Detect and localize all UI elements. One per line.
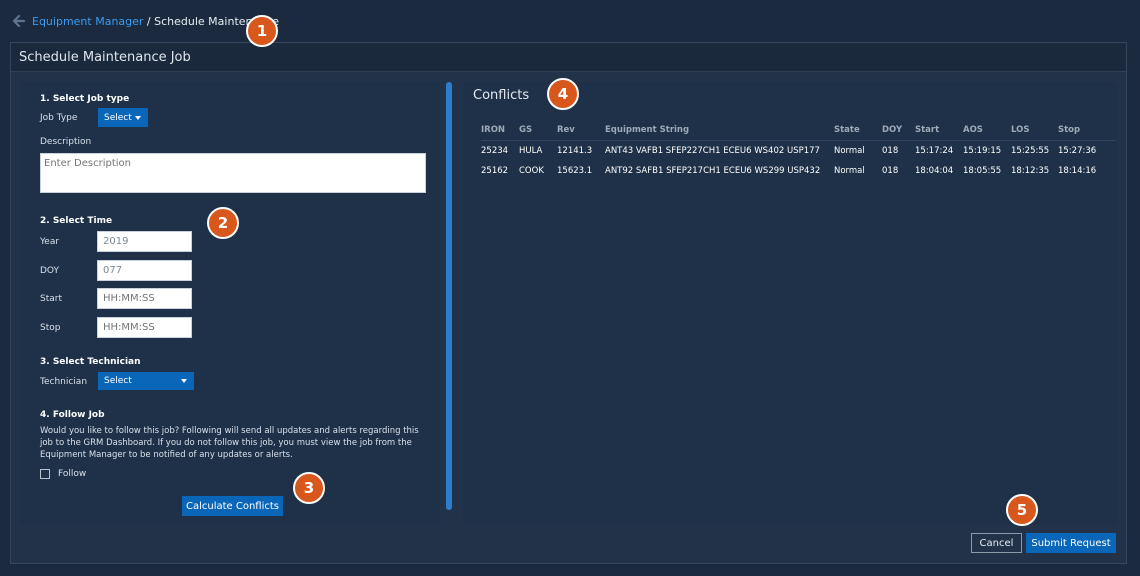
column-header-gs: GS	[519, 120, 557, 141]
stop-time-input[interactable]	[97, 317, 192, 338]
follow-description: Would you like to follow this job? Follo…	[40, 426, 419, 460]
table-row[interactable]: 25162 COOK 15623.1 ANT92 SAFB1 SFEP217CH…	[481, 161, 1116, 181]
cell-los: 15:25:55	[1011, 146, 1050, 156]
start-time-input[interactable]	[97, 288, 192, 309]
conflicts-title: Conflicts	[473, 88, 530, 103]
schedule-maintenance-window: Schedule Maintenance Job 1. Select Job t…	[10, 42, 1127, 564]
form-scrollbar[interactable]	[446, 82, 452, 510]
cell-iron: 25162	[481, 166, 509, 176]
breadcrumb-separator: /	[143, 14, 155, 28]
submit-request-button[interactable]: Submit Request	[1026, 533, 1116, 553]
callout-badge-2: 2	[207, 207, 239, 239]
breadcrumb: Equipment Manager / Schedule Maintenance	[12, 12, 279, 30]
cell-doy: 018	[882, 146, 899, 156]
follow-checkbox[interactable]	[40, 469, 50, 479]
column-header-iron: IRON	[481, 120, 519, 141]
conflicts-panel: Conflicts IRON GS Rev Equipment String S…	[463, 82, 1117, 525]
cancel-button[interactable]: Cancel	[971, 533, 1022, 553]
section-title-technician: 3. Select Technician	[40, 357, 141, 367]
job-type-select[interactable]: Select	[98, 108, 148, 127]
cell-rev: 12141.3	[557, 146, 593, 156]
column-header-equipment-string: Equipment String	[605, 120, 834, 141]
description-input[interactable]	[40, 153, 426, 193]
cell-gs: COOK	[519, 166, 544, 176]
technician-select[interactable]: Select	[98, 372, 194, 390]
section-title-follow: 4. Follow Job	[40, 410, 105, 420]
cell-aos: 15:19:15	[963, 146, 1002, 156]
cell-gs: HULA	[519, 146, 543, 156]
chevron-down-icon	[135, 115, 141, 120]
conflicts-table: IRON GS Rev Equipment String State DOY S…	[481, 120, 1116, 181]
cell-state: Normal	[834, 146, 865, 156]
window-title: Schedule Maintenance Job	[11, 43, 1126, 72]
cell-los: 18:12:35	[1011, 166, 1050, 176]
section-title-job-type: 1. Select Job type	[40, 94, 130, 104]
cell-rev: 15623.1	[557, 166, 593, 176]
column-header-rev: Rev	[557, 120, 605, 141]
breadcrumb-link-equipment-manager[interactable]: Equipment Manager	[32, 15, 143, 28]
cell-iron: 25234	[481, 146, 509, 156]
callout-badge-1: 1	[246, 15, 278, 47]
description-label: Description	[40, 137, 92, 147]
callout-badge-3: 3	[293, 472, 325, 504]
follow-checkbox-label: Follow	[58, 469, 87, 479]
cell-equipment-string: ANT43 VAFB1 SFEP227CH1 ECEU6 WS402 USP17…	[605, 146, 820, 156]
stop-label: Stop	[40, 323, 61, 333]
column-header-stop: Stop	[1058, 120, 1116, 141]
cell-equipment-string: ANT92 SAFB1 SFEP217CH1 ECEU6 WS299 USP43…	[605, 166, 821, 176]
column-header-doy: DOY	[882, 120, 915, 141]
start-label: Start	[40, 294, 62, 304]
technician-select-value: Select	[104, 376, 132, 386]
cell-stop: 18:14:16	[1058, 166, 1097, 176]
callout-badge-5: 5	[1006, 494, 1038, 526]
doy-label: DOY	[40, 266, 60, 276]
cell-state: Normal	[834, 166, 865, 176]
back-arrow-icon[interactable]	[12, 14, 26, 28]
chevron-down-icon	[181, 379, 187, 383]
table-row[interactable]: 25234 HULA 12141.3 ANT43 VAFB1 SFEP227CH…	[481, 141, 1116, 162]
column-header-start: Start	[915, 120, 963, 141]
column-header-los: LOS	[1011, 120, 1058, 141]
job-form-panel: 1. Select Job type Job Type Select Descr…	[20, 82, 440, 525]
conflicts-header-row: IRON GS Rev Equipment String State DOY S…	[481, 120, 1116, 141]
callout-badge-4: 4	[547, 78, 579, 110]
column-header-aos: AOS	[963, 120, 1011, 141]
section-title-time: 2. Select Time	[40, 216, 113, 226]
cell-stop: 15:27:36	[1058, 146, 1097, 156]
doy-input[interactable]	[97, 260, 192, 281]
job-type-select-value: Select	[104, 112, 132, 123]
cell-start: 18:04:04	[915, 166, 954, 176]
column-header-state: State	[834, 120, 882, 141]
cell-start: 15:17:24	[915, 146, 954, 156]
calculate-conflicts-button[interactable]: Calculate Conflicts	[182, 496, 283, 516]
cell-doy: 018	[882, 166, 899, 176]
year-input[interactable]	[97, 231, 192, 252]
technician-label: Technician	[40, 377, 88, 387]
job-type-label: Job Type	[40, 113, 78, 123]
year-label: Year	[40, 237, 60, 247]
cell-aos: 18:05:55	[963, 166, 1002, 176]
